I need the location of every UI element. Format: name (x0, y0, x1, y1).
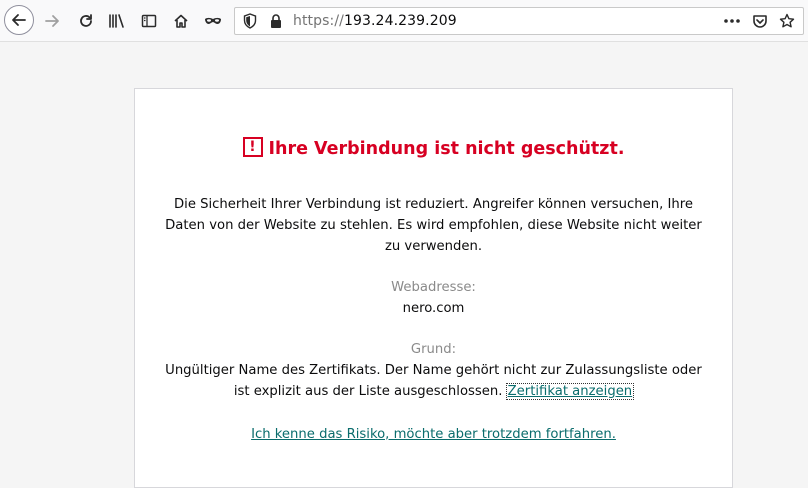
library-icon (109, 14, 124, 28)
reason-line-2: ist explizit aus der Liste ausgeschlosse… (135, 381, 732, 402)
sidebar-icon (141, 14, 157, 28)
back-button[interactable] (4, 5, 34, 35)
arrow-right-icon (45, 15, 59, 27)
library-button[interactable] (106, 11, 128, 31)
error-header: ! Ihre Verbindung ist nicht geschützt. (135, 137, 732, 159)
view-certificate-link[interactable]: Zertifikat anzeigen (505, 383, 635, 400)
warning-icon: ! (242, 137, 263, 157)
url-bar[interactable]: https://193.24.239.209 (234, 7, 804, 35)
reason-section: Grund: Ungültiger Name des Zertifikats. … (135, 339, 732, 402)
description-line: Daten von der Website zu stehlen. Es wir… (165, 218, 702, 233)
error-card: ! Ihre Verbindung ist nicht geschützt. D… (134, 88, 733, 488)
reason-text: ist explizit aus der Liste ausgeschlosse… (233, 384, 503, 399)
private-mask-button[interactable] (203, 11, 223, 31)
url-scheme: https:// (293, 13, 344, 29)
proceed-anyway-link[interactable]: Ich kenne das Risiko, möchte aber trotzd… (251, 427, 616, 442)
more-dots-icon (724, 19, 740, 23)
description-line: zu verwenden. (384, 239, 483, 254)
forward-button[interactable] (42, 11, 62, 31)
description-line: Die Sicherheit Ihrer Verbindung ist redu… (174, 197, 693, 212)
shield-icon[interactable] (242, 13, 258, 29)
reason-label: Grund: (410, 342, 457, 357)
bookmark-star-button[interactable] (778, 12, 796, 30)
pocket-icon (753, 14, 767, 28)
url-host: 193.24.239.209 (343, 13, 457, 29)
error-description: Die Sicherheit Ihrer Verbindung ist redu… (135, 194, 732, 257)
arrow-left-icon (12, 14, 26, 26)
pocket-button[interactable] (751, 13, 769, 29)
address-section: Webadresse: nero.com (135, 277, 732, 319)
browser-toolbar: https://193.24.239.209 (0, 0, 808, 42)
home-button[interactable] (171, 11, 191, 31)
proceed-section: Ich kenne das Risiko, möchte aber trotzd… (135, 424, 732, 445)
mask-icon (205, 17, 221, 24)
address-value: nero.com (402, 301, 465, 316)
reload-button[interactable] (76, 11, 96, 31)
url-text[interactable]: https://193.24.239.209 (293, 13, 457, 29)
star-icon (779, 13, 795, 28)
reason-line: Ungültiger Name des Zertifikats. Der Nam… (165, 363, 702, 378)
lock-icon[interactable] (269, 13, 283, 29)
error-title: Ihre Verbindung ist nicht geschützt. (268, 139, 625, 159)
sidebar-button[interactable] (139, 11, 159, 31)
page-actions-button[interactable] (722, 14, 742, 28)
address-label: Webadresse: (391, 280, 476, 295)
reload-icon (80, 14, 92, 27)
home-icon (174, 14, 188, 28)
